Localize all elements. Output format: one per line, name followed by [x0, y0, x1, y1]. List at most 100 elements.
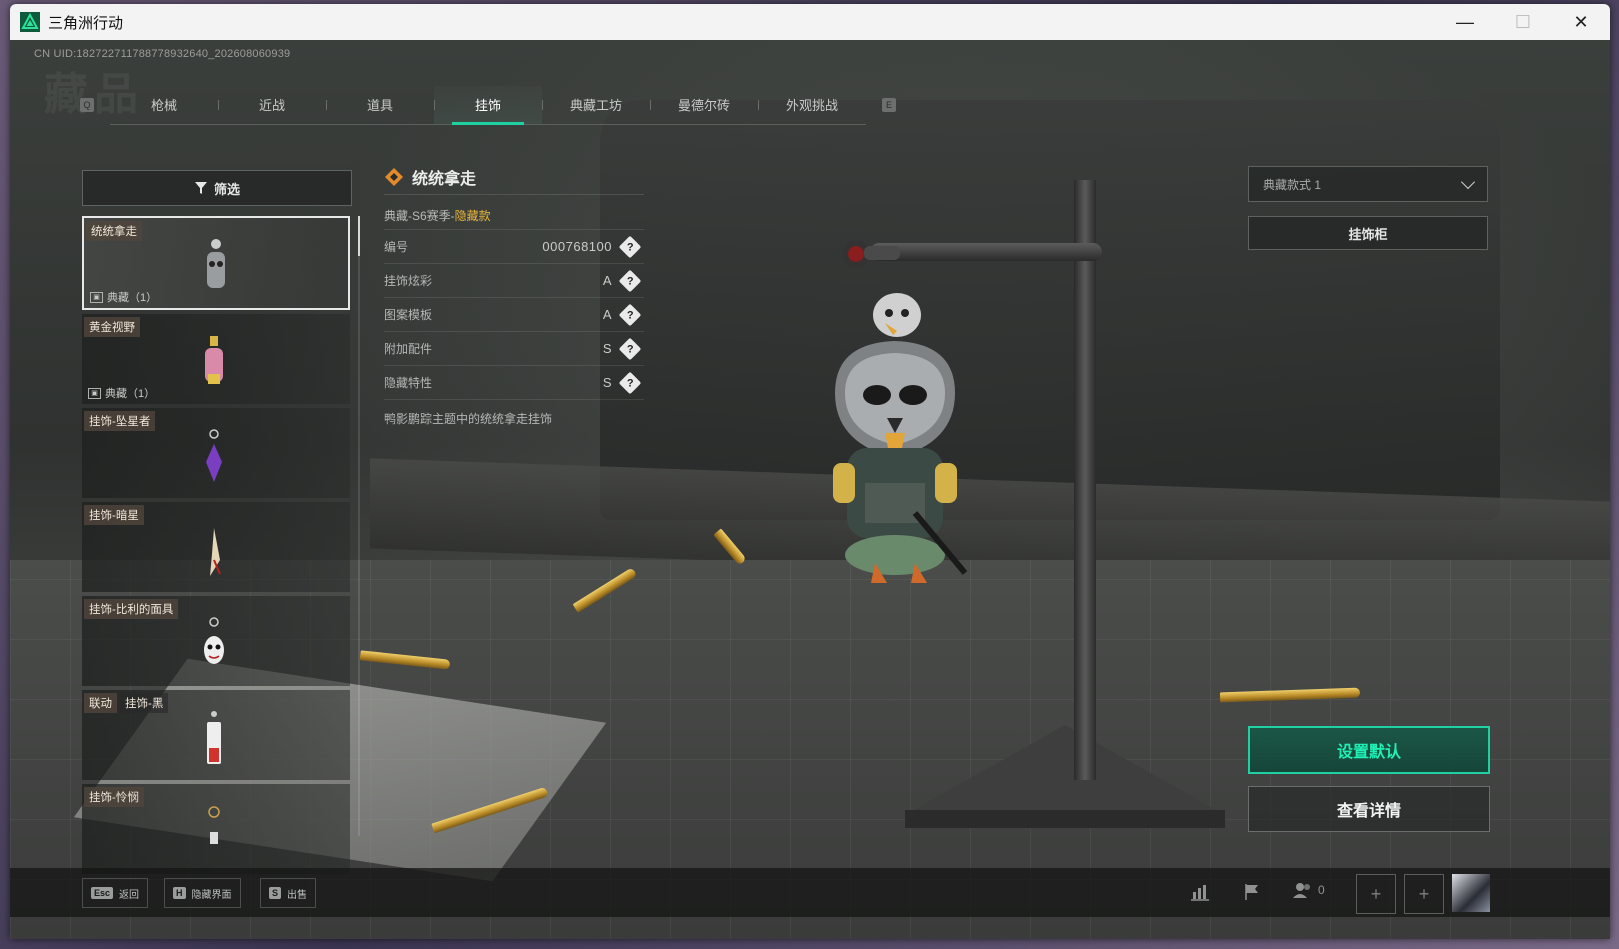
detail-value: A — [602, 273, 612, 288]
hide-ui-button[interactable]: H 隐藏界面 — [164, 878, 241, 908]
team-slot-add[interactable]: + — [1356, 874, 1396, 914]
dropdown-value: 典藏款式 1 — [1263, 177, 1322, 192]
detail-key: 附加配件 — [384, 342, 433, 356]
help-icon[interactable]: ? — [618, 337, 642, 360]
category-tabbar: Q 枪械 近战 道具 挂饰 典藏工坊 曼德尔砖 外观挑战 E — [80, 85, 896, 125]
team-slot-add[interactable]: + — [1404, 874, 1444, 914]
detail-title: 统统拿走 — [412, 171, 477, 188]
detail-key: 编号 — [384, 240, 409, 254]
detail-header: 统统拿走 — [384, 160, 644, 195]
hide-ui-label: 隐藏界面 — [191, 889, 232, 901]
charm-thumbnail-icon — [207, 239, 225, 288]
tab-items[interactable]: 道具 — [326, 86, 434, 124]
image-icon: ▣ — [88, 387, 101, 399]
stats-icon[interactable] — [1186, 880, 1214, 904]
detail-row-hidden-trait: 隐藏特性 S ? — [384, 366, 644, 400]
charm-stand-base — [905, 725, 1225, 815]
tab-prev-key-hint[interactable]: Q — [80, 98, 94, 112]
tab-collection-workshop[interactable]: 典藏工坊 — [542, 86, 650, 124]
charm-stand-foot — [905, 810, 1225, 828]
list-item[interactable]: 联动 挂饰-黑 — [82, 690, 350, 780]
scope-attachment-icon — [842, 240, 900, 268]
collection-badge: ▣ 典藏（1） — [90, 289, 157, 305]
flag-icon[interactable] — [1238, 880, 1266, 904]
list-scrollbar-thumb[interactable] — [358, 216, 360, 256]
charm-description: 鸭影鹏踪主题中的统统拿走挂饰 — [384, 412, 553, 426]
help-icon[interactable]: ? — [618, 371, 642, 394]
detail-value: S — [602, 341, 612, 356]
app-logo-icon — [20, 12, 40, 32]
back-label: 返回 — [119, 889, 140, 901]
badge-label: 典藏（1） — [107, 292, 158, 304]
set-default-button[interactable]: 设置默认 — [1248, 726, 1490, 774]
list-item[interactable]: 挂饰-坠星者 — [82, 408, 350, 498]
help-icon[interactable]: ? — [618, 235, 642, 258]
filter-label: 筛选 — [213, 181, 240, 197]
chevron-down-icon — [1460, 174, 1476, 189]
tab-charms[interactable]: 挂饰 — [434, 85, 542, 125]
charm-stand-arm — [870, 243, 1102, 261]
variant-dropdown[interactable]: 典藏款式 1 — [1248, 166, 1488, 202]
season-prefix: 典藏-S6赛季- — [384, 209, 455, 223]
detail-value: A — [602, 307, 612, 322]
filter-icon — [194, 182, 207, 194]
minimize-button[interactable]: — — [1436, 4, 1494, 40]
list-item[interactable]: 挂饰-怜悯 — [82, 784, 350, 874]
item-label: 挂饰-怜悯 — [84, 787, 144, 807]
list-item[interactable]: 统统拿走 ▣ 典藏（1） — [82, 216, 350, 310]
help-icon[interactable]: ? — [618, 269, 642, 292]
tab-appearance-challenge[interactable]: 外观挑战 — [758, 86, 866, 124]
item-label: 统统拿走 — [86, 221, 142, 241]
friends-icon — [1293, 883, 1310, 898]
list-item[interactable]: 挂饰-比利的面具 — [82, 596, 350, 686]
sell-label: 出售 — [287, 889, 308, 901]
list-scrollbar[interactable] — [358, 216, 360, 836]
avatar[interactable] — [1452, 874, 1490, 912]
list-item[interactable]: 黄金视野 ▣ 典藏（1） — [82, 314, 350, 404]
tab-next-key-hint[interactable]: E — [882, 98, 896, 112]
season-line: 典藏-S6赛季-隐藏款 — [384, 203, 644, 230]
right-panel: 典藏款式 1 挂饰柜 — [1248, 166, 1488, 250]
tab-melee[interactable]: 近战 — [218, 86, 326, 124]
tab-mandel-brick[interactable]: 曼德尔砖 — [650, 86, 758, 124]
detail-key: 挂饰炫彩 — [384, 274, 433, 288]
collection-scene: CN UID:18272271178877893264​0_2026080609… — [10, 40, 1610, 939]
key-cap: Esc — [91, 887, 114, 899]
detail-value: S — [602, 375, 612, 390]
detail-row-color: 挂饰炫彩 A ? — [384, 264, 644, 298]
close-button[interactable]: ✕ — [1552, 4, 1610, 40]
charm-stand-pole — [1074, 180, 1096, 780]
charm-thumbnail-icon — [205, 336, 223, 384]
view-detail-button[interactable]: 查看详情 — [1248, 786, 1490, 832]
detail-key: 图案模板 — [384, 308, 433, 322]
friends-indicator[interactable]: 0 — [1292, 882, 1325, 898]
detail-row-accessory: 附加配件 S ? — [384, 332, 644, 366]
back-button[interactable]: Esc 返回 — [82, 878, 149, 908]
detail-value: 000768100 — [542, 239, 612, 254]
detail-row-serial: 编号 000768100 ? — [384, 230, 644, 264]
charm-thumbnail-icon — [206, 429, 222, 482]
charm-thumbnail-icon — [210, 528, 221, 576]
sell-button[interactable]: S 出售 — [260, 878, 317, 908]
window-title: 三角洲行动 — [48, 14, 124, 32]
category-tabs: 枪械 近战 道具 挂饰 典藏工坊 曼德尔砖 外观挑战 — [110, 85, 866, 125]
item-label: 挂饰-坠星者 — [84, 411, 156, 431]
detail-row-pattern: 图案模板 A ? — [384, 298, 644, 332]
charm-thumbnail-icon — [207, 711, 221, 764]
item-label: 挂饰-暗星 — [84, 505, 144, 525]
item-label: 挂饰-黑 — [120, 693, 169, 713]
weapon-case-backdrop — [600, 100, 1500, 520]
charm-rack-button[interactable]: 挂饰柜 — [1248, 216, 1488, 250]
detail-key: 隐藏特性 — [384, 376, 433, 390]
bottom-bar: Esc 返回 H 隐藏界面 S 出售 0 + + — [10, 868, 1610, 917]
list-item[interactable]: 挂饰-暗星 — [82, 502, 350, 592]
charm-figure-icon — [833, 293, 968, 583]
tab-guns[interactable]: 枪械 — [110, 86, 218, 124]
filter-button[interactable]: 筛选 — [82, 170, 352, 206]
charm-thumbnail-icon — [204, 617, 224, 664]
maximize-button[interactable]: ☐ — [1494, 4, 1552, 40]
charm-detail-panel: 统统拿走 典藏-S6赛季-隐藏款 编号 000768100 ? 挂饰炫彩 A ?… — [384, 160, 644, 427]
image-icon: ▣ — [90, 291, 103, 303]
help-icon[interactable]: ? — [618, 303, 642, 326]
hidden-variant-tag: 隐藏款 — [454, 209, 491, 223]
